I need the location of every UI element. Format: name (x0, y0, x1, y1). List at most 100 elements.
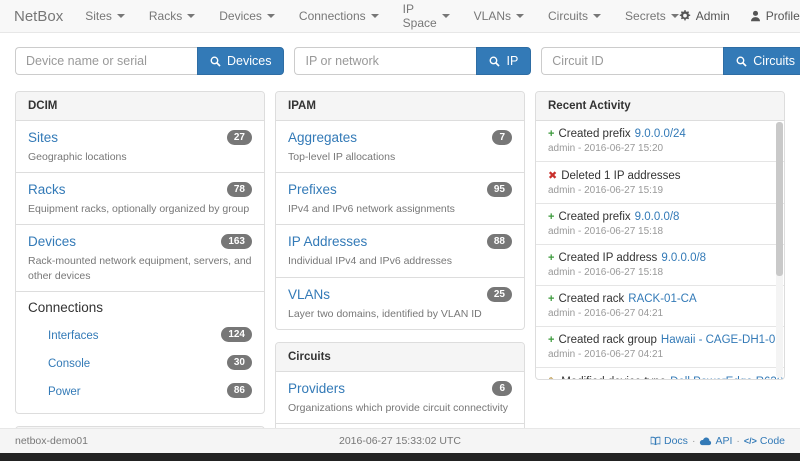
link-providers[interactable]: Providers (288, 381, 345, 396)
activity-action: Created rack (558, 293, 624, 305)
nav-item-circuits[interactable]: Circuits (548, 9, 601, 23)
activity-row: ✖Deleted 1 IP addresses admin - 2016-06-… (536, 162, 784, 204)
device-search-button[interactable]: Devices (197, 47, 284, 75)
nav-item-sites[interactable]: Sites (85, 9, 125, 23)
activity-object-link[interactable]: Dell PowerEdge R630 (670, 376, 783, 379)
activity-action: Created prefix (558, 128, 630, 140)
list-item: 25 VLANs Layer two domains, identified b… (276, 278, 524, 329)
plus-icon: + (548, 252, 554, 264)
link-console-connections[interactable]: Console (48, 358, 90, 370)
nav-item-connections[interactable]: Connections (299, 9, 379, 23)
activity-meta: admin - 2016-06-27 04:21 (548, 349, 766, 360)
item-description: Rack-mounted network equipment, servers,… (28, 254, 252, 282)
activity-object-link[interactable]: Hawaii - CAGE-DH1-01 (661, 334, 782, 346)
link-vlans[interactable]: VLANs (288, 287, 330, 302)
plus-icon: + (548, 334, 554, 346)
nav-item-secrets[interactable]: Secrets (625, 9, 679, 23)
delete-icon: ✖ (548, 169, 557, 182)
list-item: 95 Prefixes IPv4 and IPv6 network assign… (276, 173, 524, 225)
ip-search-button[interactable]: IP (476, 47, 531, 75)
count-badge: 7 (492, 130, 512, 145)
activity-object-link[interactable]: 9.0.0.0/8 (635, 211, 680, 223)
list-item: 88 IP Addresses Individual IPv4 and IPv6… (276, 225, 524, 277)
activity-meta: admin - 2016-06-27 15:18 (548, 226, 766, 237)
nav-item-racks[interactable]: Racks (149, 9, 195, 23)
cloud-icon (699, 437, 712, 446)
code-icon: </> (744, 436, 757, 446)
link-ip-addresses[interactable]: IP Addresses (288, 234, 367, 249)
nav-item-ip-space[interactable]: IP Space (403, 2, 450, 30)
ip-search-input[interactable] (294, 47, 476, 75)
count-badge: 163 (221, 234, 252, 249)
dcim-panel: DCIM 27 Sites Geographic locations 78 Ra… (15, 91, 265, 414)
chevron-down-icon (371, 14, 379, 18)
search-icon (736, 56, 747, 67)
panel-title: Recent Activity (536, 92, 784, 121)
activity-object-link[interactable]: 9.0.0.0/24 (635, 128, 686, 140)
book-icon (650, 436, 661, 446)
footer-links: Docs · API · </> Code (585, 435, 785, 447)
nav-item-devices[interactable]: Devices (219, 9, 275, 23)
navbar-brand[interactable]: NetBox (14, 8, 63, 25)
admin-link[interactable]: Admin (679, 9, 730, 23)
nav-item-vlans[interactable]: VLANs (474, 9, 524, 23)
chevron-down-icon (117, 14, 125, 18)
link-racks[interactable]: Racks (28, 182, 66, 197)
link-aggregates[interactable]: Aggregates (288, 130, 357, 145)
count-badge: 27 (227, 130, 252, 145)
link-interface-connections[interactable]: Interfaces (48, 330, 99, 342)
plus-icon: + (548, 293, 554, 305)
device-search-input[interactable] (15, 47, 197, 75)
panel-title: Circuits (276, 343, 524, 372)
link-prefixes[interactable]: Prefixes (288, 182, 337, 197)
link-power-connections[interactable]: Power (48, 386, 81, 398)
profile-link[interactable]: Profile (750, 9, 800, 23)
count-badge: 88 (487, 234, 512, 249)
activity-action: Created IP address (558, 252, 657, 264)
activity-object-link[interactable]: 9.0.0.0/8 (661, 252, 706, 264)
user-icon (750, 10, 761, 22)
item-description: IPv4 and IPv6 network assignments (288, 202, 512, 216)
chevron-down-icon (267, 14, 275, 18)
activity-action: Modified device type (561, 376, 666, 379)
link-devices[interactable]: Devices (28, 234, 76, 249)
circuit-search-button[interactable]: Circuits (723, 47, 800, 75)
separator: · (692, 435, 696, 447)
docs-link[interactable]: Docs (650, 435, 688, 447)
list-item: 124 Interfaces (28, 321, 252, 349)
list-item: 86 Power (28, 377, 252, 405)
item-description: Equipment racks, optionally organized by… (28, 202, 252, 216)
connections-section: Connections 124 Interfaces 30 Console 86… (16, 292, 264, 413)
scrollbar-track[interactable] (776, 122, 783, 378)
separator: · (736, 435, 740, 447)
panel-title: IPAM (276, 92, 524, 121)
dashboard-columns: DCIM 27 Sites Geographic locations 78 Ra… (0, 75, 800, 461)
activity-list: + Created prefix 9.0.0.0/24 admin - 2016-0… (536, 121, 784, 379)
count-badge: 6 (492, 381, 512, 396)
column-activity: Recent Activity + Created prefix 9.0.0.0/2… (535, 91, 785, 380)
utility-nav: Admin Profile Log out (679, 2, 800, 30)
activity-object-link[interactable]: RACK-01-CA (628, 293, 696, 305)
primary-nav: Sites Racks Devices Connections IP Space… (85, 2, 679, 30)
scrollbar-thumb[interactable] (776, 122, 783, 276)
chevron-down-icon (187, 14, 195, 18)
plus-icon: + (548, 128, 554, 140)
server-time-label: 2016-06-27 15:33:02 UTC (215, 435, 585, 447)
code-link[interactable]: </> Code (744, 435, 785, 447)
chevron-down-icon (516, 14, 524, 18)
footer: netbox-demo01 2016-06-27 15:33:02 UTC Do… (0, 428, 800, 453)
item-description: Organizations which provide circuit conn… (288, 401, 512, 415)
column-dcim: DCIM 27 Sites Geographic locations 78 Ra… (15, 91, 265, 461)
api-link[interactable]: API (699, 435, 732, 447)
activity-row: +Created prefix9.0.0.0/8 admin - 2016-06… (536, 204, 784, 245)
activity-meta: admin - 2016-06-27 04:21 (548, 308, 766, 319)
link-sites[interactable]: Sites (28, 130, 58, 145)
column-ipam: IPAM 7 Aggregates Top-level IP allocatio… (275, 91, 525, 461)
item-description: Individual IPv4 and IPv6 addresses (288, 254, 512, 268)
activity-row: ✎Modified device typeDell PowerEdge R630… (536, 368, 784, 379)
search-row: Devices IP Circuits (0, 33, 800, 75)
count-badge: 30 (227, 355, 252, 370)
circuit-search-input[interactable] (541, 47, 723, 75)
item-description: Geographic locations (28, 150, 252, 164)
activity-meta: admin - 2016-06-27 15:19 (548, 185, 766, 196)
